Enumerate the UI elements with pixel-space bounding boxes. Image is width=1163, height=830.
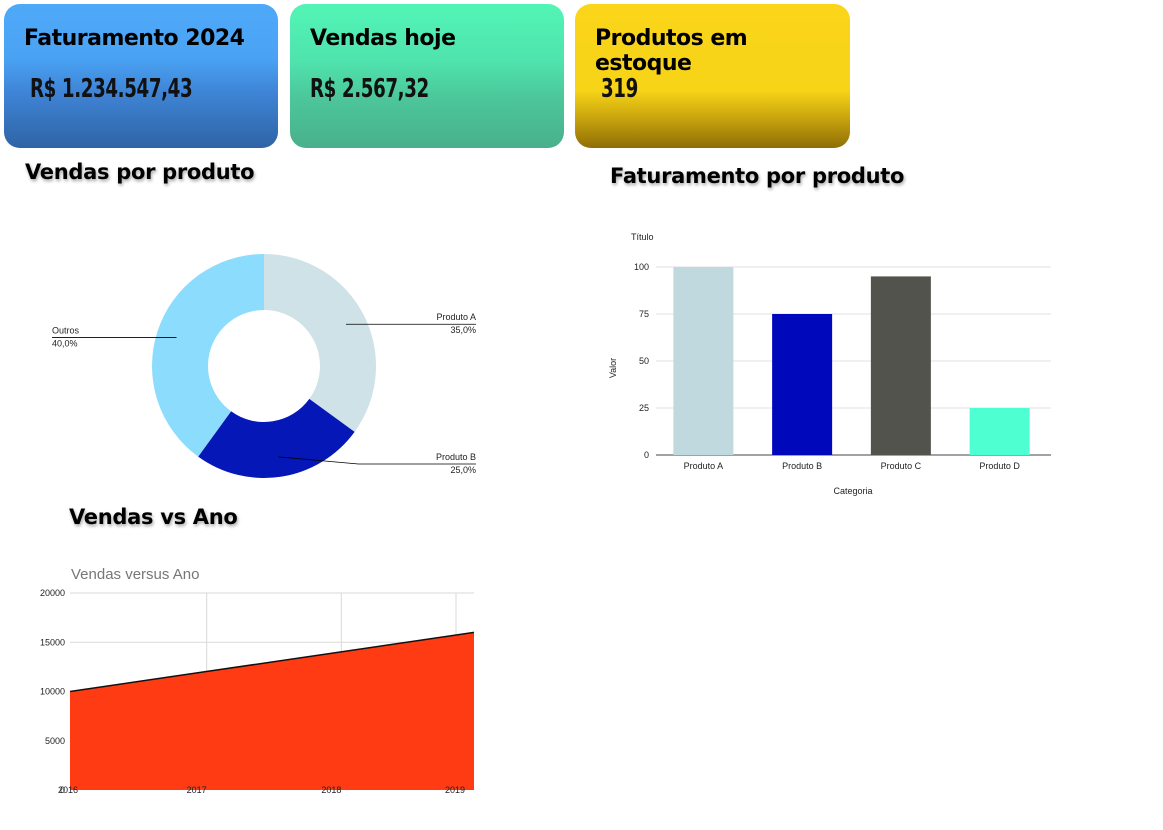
bar-xtick-produto-a: Produto A [684, 461, 724, 471]
bar-chart-ylabel: Valor [608, 358, 618, 378]
bar-chart: Título Valor Categoria 0 25 50 75 100 Produto A P… [608, 232, 1051, 496]
donut-chart: Produto A 35,0% Produto B 25,0% Outros 40,0% [52, 254, 476, 478]
stock-card-value: 319 [601, 74, 638, 104]
bar-chart-xlabel: Categoria [833, 486, 872, 496]
area-ytick-10000: 10000 [40, 687, 65, 697]
stock-card: Produtos em estoque 319 [575, 4, 850, 148]
donut-label-produto-a: Produto A [436, 312, 476, 322]
sales-today-card: Vendas hoje R$ 2.567,32 [290, 4, 564, 148]
sales-today-card-value: R$ 2.567,32 [310, 74, 429, 104]
bar-produto-d [969, 408, 1030, 455]
area-chart: Vendas versus Ano05000100001500020000201… [40, 566, 475, 795]
bar-xtick-produto-d: Produto D [979, 461, 1020, 471]
bar-xtick-produto-b: Produto B [782, 461, 822, 471]
area-ytick-15000: 15000 [40, 637, 65, 647]
sales-today-card-title: Vendas hoje [310, 26, 456, 51]
bar-ytick-50: 50 [639, 356, 649, 366]
bar-produto-b [772, 314, 833, 455]
stock-card-title: Produtos em estoque [595, 26, 748, 76]
bar-ytick-25: 25 [639, 403, 649, 413]
area-xtick-2016: 2016 [58, 785, 78, 795]
bar-ytick-75: 75 [639, 309, 649, 319]
area-xtick-2018: 2018 [321, 785, 341, 795]
pie-section-title: Vendas por produto [25, 160, 255, 184]
bar-ytick-0: 0 [644, 450, 649, 460]
revenue-card-title: Faturamento 2024 [24, 26, 245, 51]
area-xtick-2017: 2017 [187, 785, 207, 795]
bar-section-title: Faturamento por produto [610, 164, 905, 188]
bar-ytick-100: 100 [634, 262, 649, 272]
area-chart-title: Vendas versus Ano [71, 566, 199, 583]
donut-value-produto-a: 35,0% [450, 325, 476, 335]
bar-produto-c [870, 276, 931, 455]
area-ytick-20000: 20000 [40, 588, 65, 598]
area-ytick-5000: 5000 [45, 736, 65, 746]
area-fill [70, 632, 474, 790]
donut-label-outros: Outros [52, 326, 80, 336]
revenue-card-value: R$ 1.234.547,43 [30, 74, 193, 104]
bar-produto-a [673, 267, 734, 455]
bar-xtick-produto-c: Produto C [881, 461, 922, 471]
donut-slice-produto-a [264, 254, 376, 432]
bar-chart-title: Título [631, 232, 654, 242]
area-section-title: Vendas vs Ano [69, 505, 238, 529]
revenue-card: Faturamento 2024 R$ 1.234.547,43 [4, 4, 278, 148]
donut-value-produto-b: 25,0% [450, 465, 476, 475]
area-xtick-2019: 2019 [445, 785, 465, 795]
donut-value-outros: 40,0% [52, 339, 78, 349]
donut-label-produto-b: Produto B [436, 452, 476, 462]
